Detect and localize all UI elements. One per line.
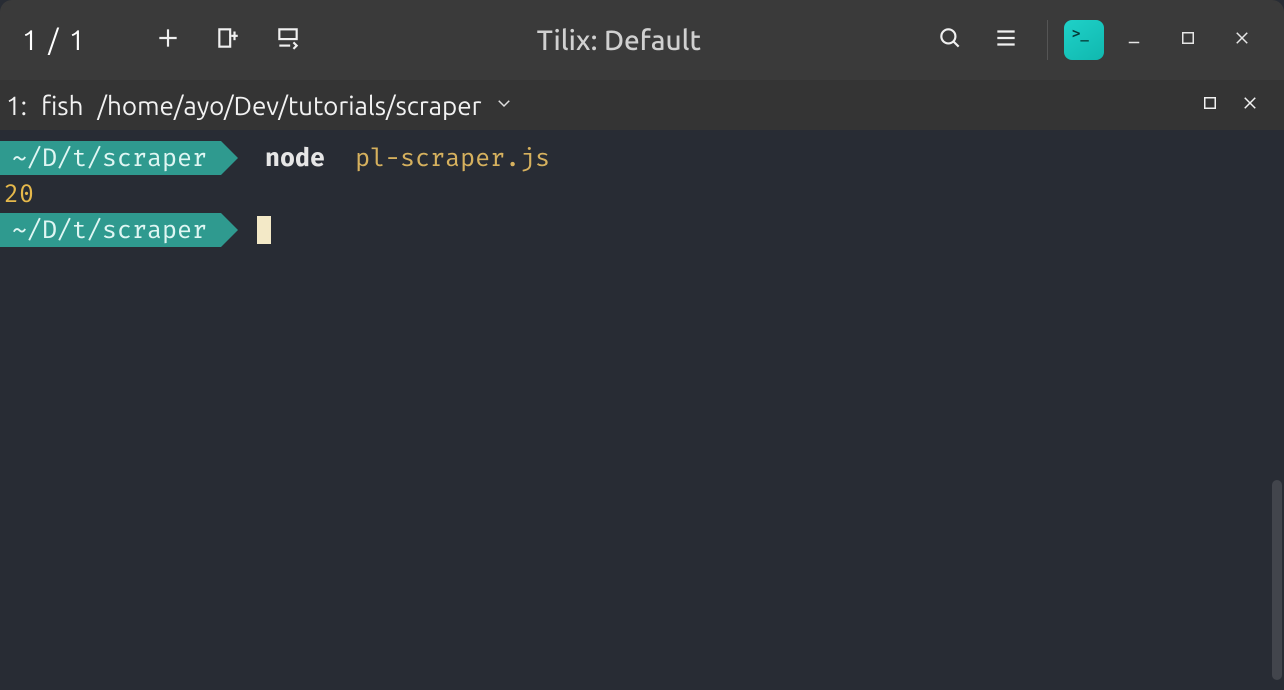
terminal-line: 20 xyxy=(0,176,1284,212)
command-arg: pl-scraper.js xyxy=(355,140,550,176)
close-button[interactable] xyxy=(1218,16,1266,64)
terminal-line: ~/D/t/scraper node pl-scraper.js xyxy=(0,140,1284,176)
prompt-chip: ~/D/t/scraper xyxy=(0,213,221,247)
maximize-icon xyxy=(1201,94,1219,116)
maximize-icon xyxy=(1179,29,1197,51)
separator xyxy=(1047,20,1048,60)
spacer xyxy=(325,140,355,176)
search-icon xyxy=(937,25,963,55)
terminal-tab[interactable]: 1: fish /home/ayo/Dev/tutorials/scraper xyxy=(6,91,1190,120)
spacer xyxy=(235,140,265,176)
terminal-line: ~/D/t/scraper xyxy=(0,212,1284,248)
tab-maximize-button[interactable] xyxy=(1190,85,1230,125)
command-binary: node xyxy=(265,140,325,176)
split-down-icon xyxy=(275,25,301,55)
close-icon xyxy=(1233,29,1251,51)
titlebar-right-cluster: >_ xyxy=(925,15,1266,65)
scrollbar[interactable] xyxy=(1272,480,1282,680)
chevron-down-icon xyxy=(495,94,513,116)
tab-shell: fish xyxy=(41,91,83,120)
tab-cwd: /home/ayo/Dev/tutorials/scraper xyxy=(97,91,481,120)
minimize-button[interactable] xyxy=(1110,16,1158,64)
split-right-icon xyxy=(215,25,241,55)
search-button[interactable] xyxy=(925,15,975,65)
terminal-viewport[interactable]: ~/D/t/scraper node pl-scraper.js 20 ~/D/… xyxy=(0,130,1284,690)
tab-close-button[interactable] xyxy=(1230,85,1270,125)
plus-icon xyxy=(155,25,181,55)
maximize-button[interactable] xyxy=(1164,16,1212,64)
session-counter-text: 1 / 1 xyxy=(22,25,87,56)
new-terminal-button[interactable] xyxy=(143,15,193,65)
window-title: Tilix: Default xyxy=(323,25,915,56)
menu-button[interactable] xyxy=(981,15,1031,65)
session-counter[interactable]: 1 / 1 xyxy=(22,25,105,56)
add-terminal-down-button[interactable] xyxy=(263,15,313,65)
command-output: 20 xyxy=(0,176,34,212)
window-titlebar: 1 / 1 Tilix: Default >_ xyxy=(0,0,1284,80)
minimize-icon xyxy=(1125,29,1143,51)
cursor xyxy=(257,216,271,244)
prompt-path: ~/D/t/scraper xyxy=(12,140,207,176)
terminal-tabbar: 1: fish /home/ayo/Dev/tutorials/scraper xyxy=(0,80,1284,130)
app-icon: >_ xyxy=(1064,20,1104,60)
tab-index: 1: xyxy=(6,91,27,120)
add-terminal-right-button[interactable] xyxy=(203,15,253,65)
close-icon xyxy=(1241,94,1259,116)
prompt-path: ~/D/t/scraper xyxy=(12,212,207,248)
prompt-chip: ~/D/t/scraper xyxy=(0,141,221,175)
hamburger-icon xyxy=(993,25,1019,55)
